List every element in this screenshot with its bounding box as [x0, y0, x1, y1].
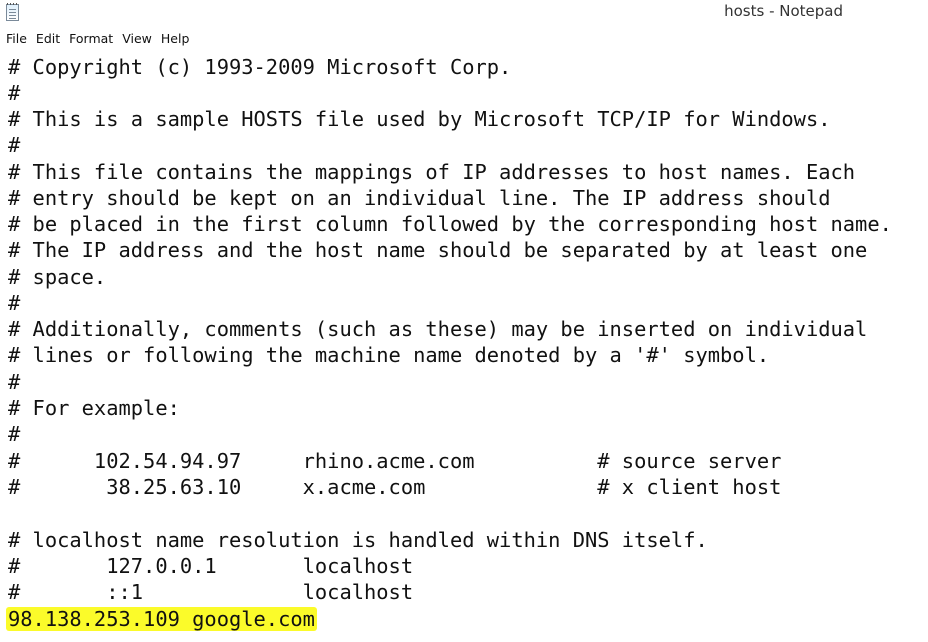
highlighted-hosts-entry: 98.138.253.109 google.com	[6, 607, 317, 631]
text-line: # space.	[8, 265, 107, 289]
text-editor-area[interactable]: # Copyright (c) 1993-2009 Microsoft Corp…	[0, 50, 928, 642]
text-line: # 102.54.94.97 rhino.acme.com # source s…	[8, 449, 782, 473]
text-line: # This file contains the mappings of IP …	[8, 160, 856, 184]
text-line: # This is a sample HOSTS file used by Mi…	[8, 107, 831, 131]
hosts-entry-line: 98.138.253.109 google.com	[6, 606, 317, 632]
menu-file[interactable]: File	[2, 31, 31, 46]
text-line: # ::1 localhost	[8, 580, 414, 604]
text-line: #	[8, 291, 21, 315]
text-line: #	[8, 422, 21, 446]
text-line: # lines or following the machine name de…	[8, 343, 770, 367]
text-line: # The IP address and the host name shoul…	[8, 238, 868, 262]
notepad-window: hosts - Notepad File Edit Format View He…	[0, 0, 928, 642]
text-line: # be placed in the first column followed…	[8, 212, 892, 236]
text-line: # localhost name resolution is handled w…	[8, 528, 708, 552]
menu-bar: File Edit Format View Help	[0, 28, 928, 48]
text-line: # 127.0.0.1 localhost	[8, 554, 414, 578]
text-line: #	[8, 81, 21, 105]
window-title: hosts - Notepad	[724, 2, 843, 20]
text-line: # For example:	[8, 396, 180, 420]
text-line: #	[8, 370, 21, 394]
text-line: # Additionally, comments (such as these)…	[8, 317, 868, 341]
text-line: # Copyright (c) 1993-2009 Microsoft Corp…	[8, 55, 512, 79]
menu-edit[interactable]: Edit	[32, 31, 64, 46]
menu-help[interactable]: Help	[157, 31, 194, 46]
menu-view[interactable]: View	[118, 31, 156, 46]
title-bar[interactable]: hosts - Notepad	[0, 0, 928, 26]
text-line: #	[8, 133, 21, 157]
text-line: # entry should be kept on an individual …	[8, 186, 831, 210]
text-line: # 38.25.63.10 x.acme.com # x client host	[8, 475, 782, 499]
menu-format[interactable]: Format	[65, 31, 117, 46]
